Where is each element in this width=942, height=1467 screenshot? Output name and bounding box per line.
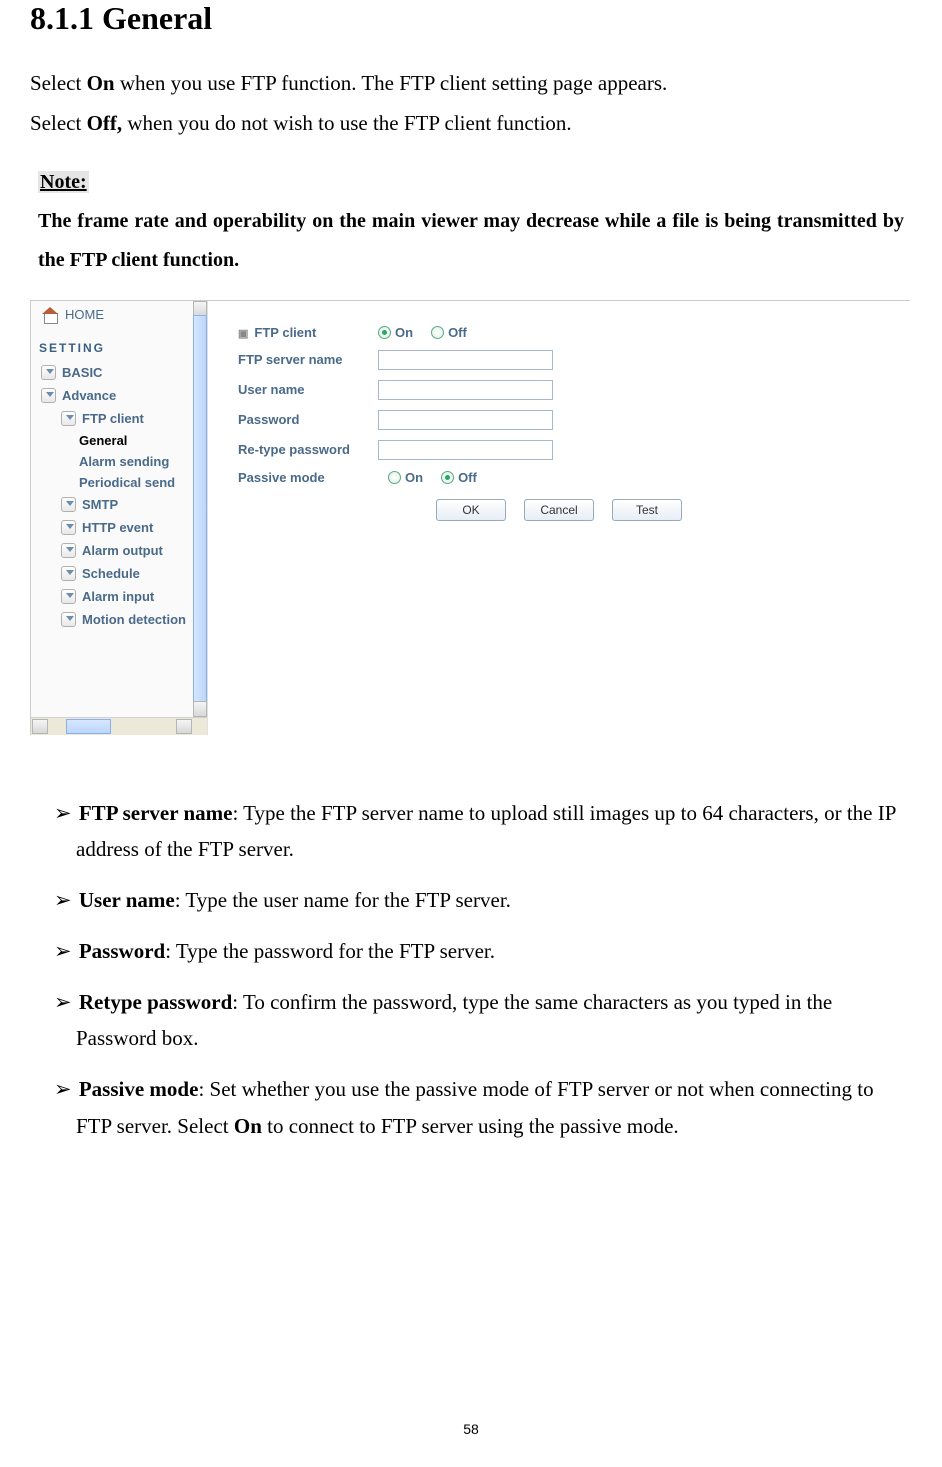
field-passive-mode: ➢ Passive mode: Set whether you use the … [34, 1071, 912, 1145]
chevron-down-icon [61, 543, 76, 558]
sidebar: HOME SETTING BASIC Advance FTP client Ge… [31, 301, 208, 735]
scroll-left-button[interactable] [32, 719, 48, 734]
chevron-down-icon [61, 589, 76, 604]
field-password: ➢ Password: Type the password for the FT… [34, 933, 912, 970]
chevron-down-icon [41, 388, 56, 403]
tree-ftp-client[interactable]: FTP client [31, 407, 193, 430]
field-user-name: ➢ User name: Type the user name for the … [34, 882, 912, 919]
tree-http-event[interactable]: HTTP event [31, 516, 193, 539]
ftp-server-name-input[interactable] [378, 350, 553, 370]
chevron-down-icon [61, 566, 76, 581]
page-heading: 8.1.1 General [30, 0, 912, 37]
tree-alarm-sending[interactable]: Alarm sending [31, 451, 193, 472]
tree-schedule[interactable]: Schedule [31, 562, 193, 585]
form-panel: FTP client On Off FTP server name User n… [208, 301, 910, 735]
ftp-off-radio[interactable] [431, 326, 444, 339]
note-body: The frame rate and operability on the ma… [38, 202, 904, 280]
note-block: Note: The frame rate and operability on … [30, 171, 912, 280]
chevron-down-icon [41, 365, 56, 380]
chevron-down-icon [61, 520, 76, 535]
chevron-down-icon [61, 497, 76, 512]
password-input[interactable] [378, 410, 553, 430]
tree-general[interactable]: General [31, 430, 193, 451]
tree-alarm-output[interactable]: Alarm output [31, 539, 193, 562]
field-descriptions: ➢ FTP server name: Type the FTP server n… [30, 795, 912, 1145]
passive-mode-label: Passive mode [238, 470, 378, 485]
home-icon [41, 307, 59, 323]
passive-off-radio[interactable] [441, 471, 454, 484]
tree-periodical-send[interactable]: Periodical send [31, 472, 193, 493]
passive-on-radio[interactable] [388, 471, 401, 484]
intro-line-2: Select Off, when you do not wish to use … [30, 105, 912, 143]
field-retype-password: ➢ Retype password: To confirm the passwo… [34, 984, 912, 1058]
ok-button[interactable]: OK [436, 499, 506, 521]
retype-password-label: Re-type password [238, 442, 378, 457]
retype-password-input[interactable] [378, 440, 553, 460]
chevron-down-icon [61, 612, 76, 627]
field-ftp-server-name: ➢ FTP server name: Type the FTP server n… [34, 795, 912, 869]
test-button[interactable]: Test [612, 499, 682, 521]
tree-smtp[interactable]: SMTP [31, 493, 193, 516]
tree-advance[interactable]: Advance [31, 384, 193, 407]
cancel-button[interactable]: Cancel [524, 499, 594, 521]
password-label: Password [238, 412, 378, 427]
intro-line-1: Select On when you use FTP function. The… [30, 65, 912, 103]
page-number: 58 [0, 1421, 942, 1437]
horizontal-scrollbar[interactable] [31, 717, 207, 735]
ftp-settings-screenshot: HOME SETTING BASIC Advance FTP client Ge… [30, 300, 910, 735]
tree-alarm-input[interactable]: Alarm input [31, 585, 193, 608]
scrollbar-thumb[interactable] [193, 315, 207, 710]
setting-header: SETTING [31, 335, 193, 361]
note-label: Note: [38, 171, 89, 193]
vertical-scrollbar[interactable] [193, 301, 207, 717]
user-name-label: User name [238, 382, 378, 397]
scroll-right-button[interactable] [176, 719, 192, 734]
chevron-down-icon [61, 411, 76, 426]
home-link[interactable]: HOME [31, 301, 193, 335]
ftp-server-name-label: FTP server name [238, 352, 378, 367]
tree-basic[interactable]: BASIC [31, 361, 193, 384]
ftp-client-label: FTP client [238, 325, 378, 340]
ftp-on-radio[interactable] [378, 326, 391, 339]
scrollbar-thumb[interactable] [66, 719, 111, 734]
user-name-input[interactable] [378, 380, 553, 400]
tree-motion-detection[interactable]: Motion detection [31, 608, 193, 631]
